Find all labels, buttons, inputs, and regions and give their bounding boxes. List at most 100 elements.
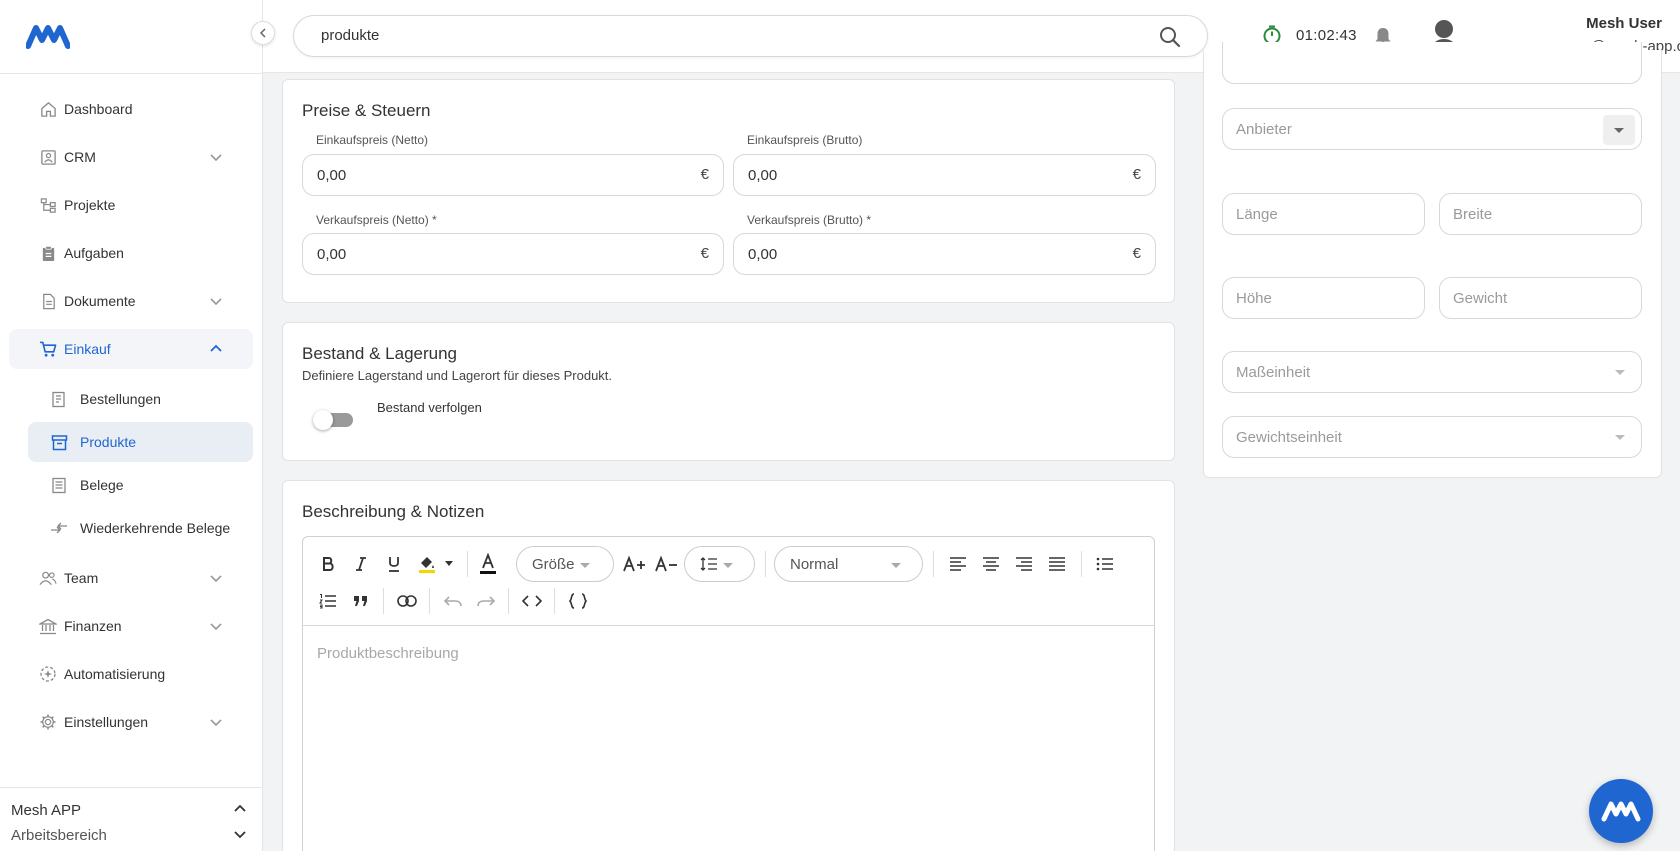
sales-price-net-field[interactable]: 0,00 €	[302, 233, 724, 275]
search-value[interactable]: produkte	[321, 27, 379, 44]
sales-price-gross-field[interactable]: 0,00 €	[733, 233, 1156, 275]
line-height-select[interactable]	[684, 546, 755, 582]
mesh-assistant-button[interactable]	[1589, 779, 1653, 843]
toolbar-separator	[429, 588, 430, 614]
toggle-knob	[313, 410, 333, 430]
field-value: 0,00	[748, 167, 778, 184]
chevron-down-icon	[210, 575, 222, 583]
card-title: Beschreibung & Notizen	[302, 502, 485, 521]
italic-button[interactable]	[348, 551, 374, 577]
undo-button[interactable]	[440, 588, 466, 614]
search-input[interactable]: produkte	[293, 15, 1208, 57]
currency-unit: €	[1132, 166, 1141, 183]
increase-font-button[interactable]	[620, 551, 650, 577]
height-field[interactable]: Höhe	[1222, 277, 1425, 319]
chevron-up-icon[interactable]	[232, 801, 248, 817]
stock-card: Bestand & Lagerung Definiere Lagerstand …	[282, 322, 1175, 461]
sidebar-item-dashboard[interactable]: Dashboard	[9, 89, 253, 129]
sidebar-item-crm[interactable]: CRM	[9, 137, 253, 177]
sidebar-subitem-belege[interactable]: Belege	[28, 465, 253, 505]
purchase-price-gross-field[interactable]: 0,00 €	[733, 154, 1156, 196]
field-placeholder: Gewicht	[1453, 290, 1508, 307]
chevron-down-icon	[210, 154, 222, 162]
weight-field[interactable]: Gewicht	[1439, 277, 1642, 319]
dropdown-button[interactable]	[1603, 115, 1635, 145]
quote-icon	[354, 596, 367, 606]
sidebar-item-projekte[interactable]: Projekte	[9, 185, 253, 225]
curly-braces-icon	[568, 593, 588, 609]
code-view-button[interactable]	[519, 588, 545, 614]
bullet-list-button[interactable]	[1092, 551, 1118, 577]
caret-down-icon	[580, 563, 590, 568]
sidebar-item-einkauf[interactable]: Einkauf	[9, 329, 253, 369]
highlight-button[interactable]	[414, 551, 440, 577]
align-left-button[interactable]	[945, 551, 971, 577]
currency-unit: €	[700, 245, 709, 262]
mesh-logo-icon	[1601, 801, 1641, 822]
editor-placeholder[interactable]: Produktbeschreibung	[317, 645, 459, 662]
sidebar-subitem-wiederkehrende-belege[interactable]: Wiederkehrende Belege	[28, 508, 253, 548]
chevron-down-icon[interactable]	[232, 826, 248, 842]
home-icon	[39, 100, 57, 118]
purchase-price-net-field[interactable]: 0,00 €	[302, 154, 724, 196]
sidebar: Dashboard CRM Projekte Aufgaben Dokument…	[0, 0, 263, 851]
workspace-label[interactable]: Arbeitsbereich	[11, 827, 107, 844]
vendor-select[interactable]: Anbieter	[1222, 108, 1642, 150]
sidebar-item-automatisierung[interactable]: Automatisierung	[9, 654, 253, 694]
redo-icon	[477, 596, 496, 607]
bold-button[interactable]	[315, 551, 341, 577]
search-icon[interactable]	[1159, 26, 1181, 48]
align-justify-button[interactable]	[1044, 551, 1070, 577]
numbered-list-button[interactable]	[315, 588, 341, 614]
template-variable-button[interactable]	[565, 588, 591, 614]
font-color-button[interactable]	[475, 551, 501, 577]
redo-button[interactable]	[473, 588, 499, 614]
caret-down-icon	[1615, 435, 1625, 440]
underline-button[interactable]	[381, 551, 407, 577]
bank-icon	[39, 617, 57, 635]
workspace-name[interactable]: Mesh APP	[11, 802, 81, 819]
align-right-button[interactable]	[1011, 551, 1037, 577]
chevron-up-icon	[210, 344, 222, 352]
sidebar-item-finanzen[interactable]: Finanzen	[9, 606, 253, 646]
highlight-dropdown[interactable]	[441, 551, 457, 577]
select-value: Normal	[790, 556, 839, 573]
code-icon	[522, 595, 542, 607]
prices-card: Preise & Steuern Einkaufspreis (Netto) 0…	[282, 79, 1175, 303]
field-placeholder: Maßeinheit	[1236, 364, 1311, 381]
font-increase-icon	[623, 555, 645, 572]
receipt-icon	[50, 476, 68, 494]
shopping-cart-icon	[39, 340, 57, 358]
sidebar-item-aufgaben[interactable]: Aufgaben	[9, 233, 253, 273]
sidebar-item-dokumente[interactable]: Dokumente	[9, 281, 253, 321]
chevron-down-icon	[210, 298, 222, 306]
paragraph-style-select[interactable]: Normal	[774, 546, 923, 582]
weight-unit-select[interactable]: Gewichtseinheit	[1222, 416, 1642, 458]
toolbar-separator	[383, 588, 384, 614]
sidebar-item-team[interactable]: Team	[9, 558, 253, 598]
sidebar-item-einstellungen[interactable]: Einstellungen	[9, 702, 253, 742]
sidebar-item-label: Dashboard	[64, 101, 133, 117]
blockquote-button[interactable]	[348, 588, 374, 614]
link-button[interactable]	[394, 588, 420, 614]
user-name[interactable]: Mesh User	[1443, 15, 1680, 32]
sidebar-item-label: CRM	[64, 149, 96, 165]
collapse-sidebar-button[interactable]	[251, 21, 275, 45]
gear-icon	[39, 713, 57, 731]
fill-bucket-icon	[419, 557, 435, 573]
track-stock-toggle[interactable]	[313, 410, 355, 430]
toolbar-separator	[554, 588, 555, 614]
decrease-font-button[interactable]	[652, 551, 682, 577]
font-size-select[interactable]: Größe	[516, 546, 614, 582]
sidebar-subitem-produkte[interactable]: Produkte	[28, 422, 253, 462]
length-field[interactable]: Länge	[1222, 193, 1425, 235]
truncated-field[interactable]	[1222, 42, 1642, 84]
mesh-logo[interactable]	[26, 22, 70, 50]
dimension-unit-select[interactable]: Maßeinheit	[1222, 351, 1642, 393]
width-field[interactable]: Breite	[1439, 193, 1642, 235]
sidebar-item-label: Automatisierung	[64, 666, 166, 682]
sidebar-item-label: Team	[64, 570, 99, 586]
sidebar-subitem-bestellungen[interactable]: Bestellungen	[28, 379, 253, 419]
align-center-button[interactable]	[978, 551, 1004, 577]
font-color-icon	[480, 553, 496, 574]
